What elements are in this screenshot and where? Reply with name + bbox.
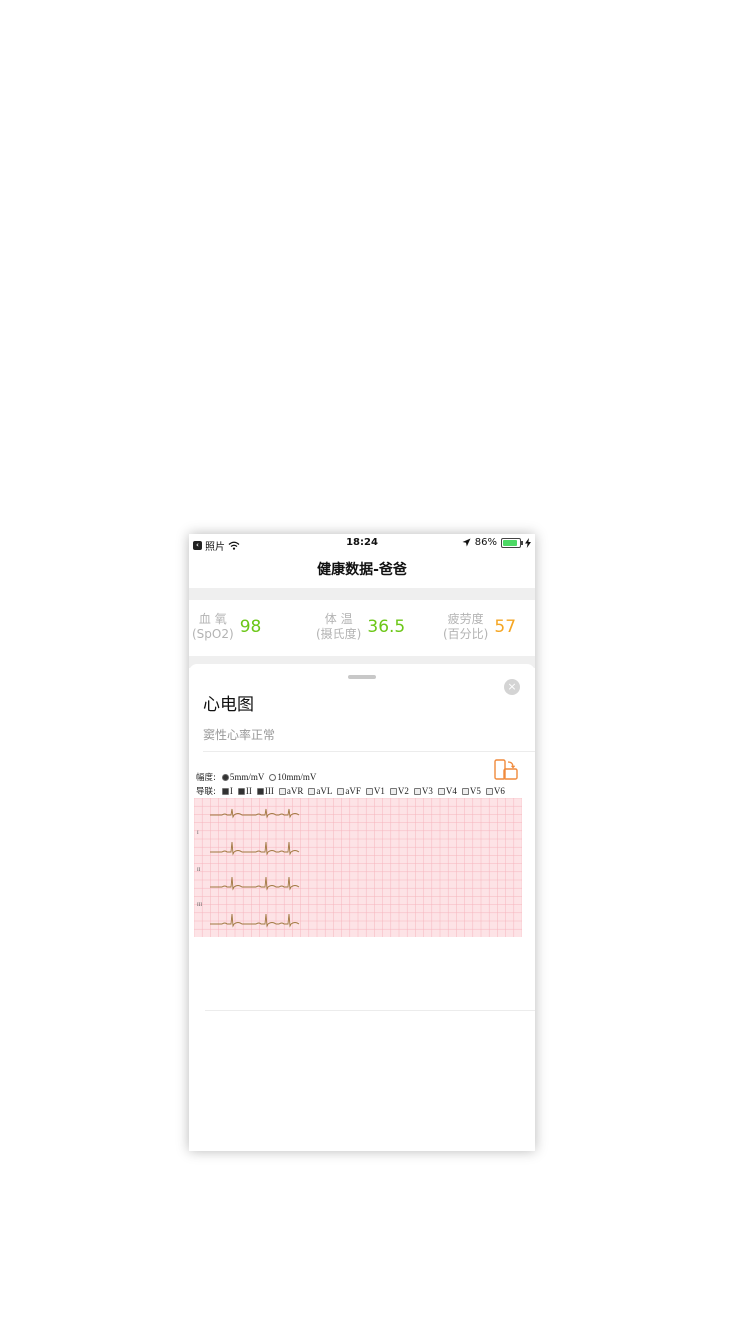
lead-option-label: I — [229, 786, 233, 796]
lead-option-iii[interactable]: III — [256, 786, 274, 796]
metric-fatigue-label-line2: (百分比) — [443, 627, 489, 641]
metric-fatigue-label: 疲劳度 (百分比) — [443, 612, 488, 642]
amplitude-option-5mm[interactable]: 5mm/mV — [221, 772, 265, 782]
metric-temperature: 体 温 (摄氏度) 36.5 — [316, 612, 405, 642]
checkbox-icon — [485, 787, 493, 795]
lead-option-v1[interactable]: V1 — [365, 786, 385, 796]
leads-label: 导联: — [196, 787, 216, 797]
metric-fatigue-label-line1: 疲劳度 — [447, 612, 484, 626]
lead-option-v4[interactable]: V4 — [437, 786, 457, 796]
amplitude-label: 幅度: — [196, 773, 216, 783]
lead-option-label: V3 — [421, 786, 433, 796]
lead-option-v6[interactable]: V6 — [485, 786, 505, 796]
checkbox-icon — [389, 787, 397, 795]
metric-temperature-label: 体 温 (摄氏度) — [316, 612, 361, 642]
location-arrow-icon — [462, 538, 471, 547]
checkbox-icon — [256, 787, 264, 795]
radio-icon — [269, 773, 277, 781]
checkbox-icon — [437, 787, 445, 795]
lead-option-v5[interactable]: V5 — [461, 786, 481, 796]
ecg-trace-label: II — [197, 868, 201, 873]
lead-controls: 导联: I II III aVR aVL aVF V1 V2 V3 V4 V5 V6 — [196, 785, 507, 797]
amplitude-option-label: 5mm/mV — [229, 772, 265, 782]
status-bar: ‹ 照片 18:24 86% — [189, 534, 535, 554]
lead-option-avf[interactable]: aVF — [337, 786, 361, 796]
close-button[interactable]: × — [504, 679, 520, 695]
checkbox-icon — [221, 787, 229, 795]
section-spacer — [189, 588, 535, 600]
ecg-waveform-chart: IIIIII — [194, 798, 522, 937]
metric-spo2: 血 氧 (SpO2) 98 — [192, 612, 261, 642]
checkbox-icon — [278, 787, 286, 795]
amplitude-option-10mm[interactable]: 10mm/mV — [269, 772, 316, 782]
ecg-diagnosis: 窦性心率正常 — [203, 728, 276, 742]
lead-option-avr[interactable]: aVR — [278, 786, 304, 796]
lead-option-ii[interactable]: II — [237, 786, 252, 796]
battery-icon — [501, 537, 523, 548]
vital-metrics-row: 血 氧 (SpO2) 98 体 温 (摄氏度) 36.5 疲劳度 (百分比) 5… — [189, 600, 535, 656]
status-right: 86% — [462, 537, 531, 548]
metric-temperature-value: 36.5 — [367, 617, 406, 637]
metric-spo2-label-line1: 血 氧 — [198, 612, 227, 626]
checkbox-icon — [461, 787, 469, 795]
page-title: 健康数据-爸爸 — [317, 562, 407, 578]
metric-temperature-label-line1: 体 温 — [324, 612, 353, 626]
divider-bottom — [205, 1010, 535, 1011]
lead-option-v3[interactable]: V3 — [413, 786, 433, 796]
lead-option-v2[interactable]: V2 — [389, 786, 409, 796]
phone-screen: ‹ 照片 18:24 86% 健康数据-爸爸 血 氧 (SpO2) 98 体 温… — [189, 534, 535, 1151]
lead-option-avl[interactable]: aVL — [308, 786, 332, 796]
checkbox-icon — [413, 787, 421, 795]
rotate-screen-icon[interactable] — [494, 759, 518, 783]
charging-bolt-icon — [525, 537, 531, 548]
sheet-drag-handle[interactable] — [348, 675, 376, 679]
lead-option-label: aVL — [316, 786, 333, 796]
lead-option-i[interactable]: I — [221, 786, 233, 796]
lead-option-label: aVF — [345, 786, 361, 796]
ecg-trace-label: III — [197, 903, 202, 908]
lead-option-label: II — [245, 786, 252, 796]
lead-option-label: III — [264, 786, 274, 796]
checkbox-icon — [365, 787, 373, 795]
metric-spo2-value: 98 — [239, 617, 262, 637]
battery-fill — [503, 539, 517, 546]
divider — [203, 751, 535, 752]
battery-percent: 86% — [474, 537, 497, 548]
ecg-title: 心电图 — [203, 695, 254, 715]
radio-icon — [221, 773, 229, 781]
navigation-bar: 健康数据-爸爸 — [189, 554, 535, 588]
lead-option-label: aVR — [286, 786, 304, 796]
lead-option-label: V1 — [373, 786, 385, 796]
checkbox-icon — [337, 787, 345, 795]
checkbox-icon — [237, 787, 245, 795]
metric-spo2-label: 血 氧 (SpO2) — [192, 612, 234, 642]
metric-spo2-label-line2: (SpO2) — [192, 627, 234, 641]
amplitude-option-label: 10mm/mV — [277, 772, 317, 782]
checkbox-icon — [308, 787, 316, 795]
metric-temperature-label-line2: (摄氏度) — [316, 627, 362, 641]
metric-fatigue-value: 57 — [494, 617, 517, 637]
lead-option-label: V5 — [469, 786, 481, 796]
metric-fatigue: 疲劳度 (百分比) 57 — [443, 612, 516, 642]
lead-option-label: V6 — [493, 786, 505, 796]
amplitude-controls: 幅度: 5mm/mV 10mm/mV — [196, 771, 318, 783]
lead-option-label: V2 — [397, 786, 409, 796]
ecg-sheet: × 心电图 窦性心率正常 幅度: 5mm/mV 10mm/mV 导联: I II I… — [189, 664, 535, 1151]
lead-option-label: V4 — [445, 786, 457, 796]
